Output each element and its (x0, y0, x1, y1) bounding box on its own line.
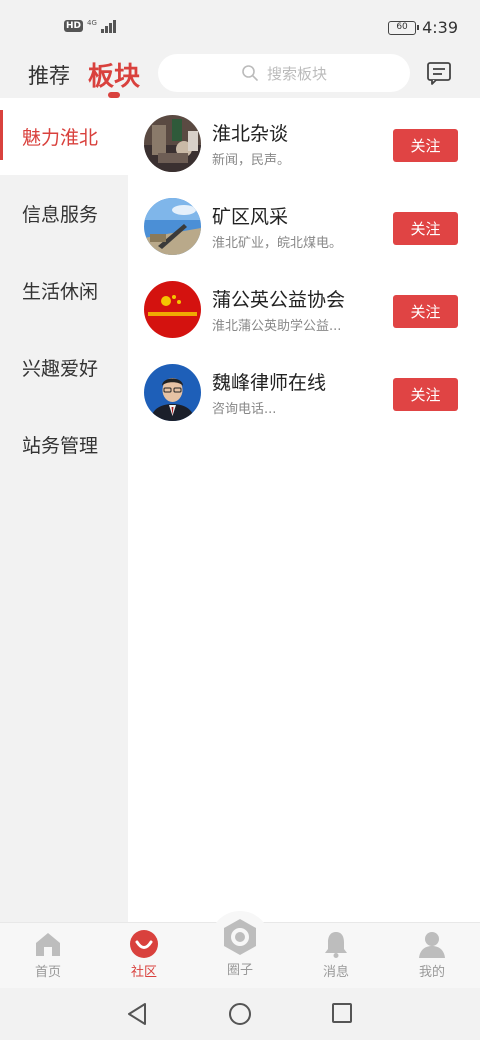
search-icon (242, 65, 258, 81)
board-title: 魏峰律师在线 (212, 372, 327, 394)
list-item[interactable]: 淮北杂谈 新闻，民声。 关注 (128, 101, 480, 184)
sidebar-item-label: 信息服务 (22, 204, 99, 226)
nav-circle[interactable]: 圈子 (210, 917, 270, 978)
board-subtitle: 淮北蒲公英助学公益... (212, 319, 342, 334)
status-bar: HD 4G 60 4:39 (0, 0, 480, 56)
follow-button[interactable]: 关注 (393, 212, 458, 245)
sidebar-item-site-admin[interactable]: 站务管理 (0, 406, 128, 483)
hd-badge: HD (64, 20, 84, 32)
lawyer-portrait-avatar (144, 364, 201, 421)
sidebar-item-info-service[interactable]: 信息服务 (0, 175, 128, 252)
list-item[interactable]: 蒲公英公益协会 淮北蒲公英助学公益... 关注 (128, 267, 480, 350)
red-banner-avatar (144, 281, 201, 338)
nav-label: 首页 (34, 965, 61, 980)
follow-button[interactable]: 关注 (393, 295, 458, 328)
search-placeholder: 搜索板块 (266, 64, 327, 83)
board-list: 淮北杂谈 新闻，民声。 关注 矿区风采 淮北矿业，皖北煤电。 关注 蒲公英公益协… (128, 98, 480, 922)
board-subtitle: 新闻，民声。 (212, 153, 291, 168)
user-icon (419, 932, 445, 958)
bottom-nav: 首页 社区 圈子 消息 我的 (0, 911, 480, 988)
community-icon (130, 930, 158, 958)
nav-label: 消息 (322, 965, 349, 980)
board-title: 淮北杂谈 (212, 123, 289, 145)
nav-home[interactable]: 首页 (18, 929, 78, 980)
sidebar-item-charm-huaibei[interactable]: 魅力淮北 (0, 98, 128, 175)
search-input[interactable]: 搜索板块 (158, 54, 410, 92)
signal-icon (100, 19, 116, 33)
message-icon[interactable] (426, 60, 452, 86)
board-title: 蒲公英公益协会 (212, 289, 346, 311)
nav-messages[interactable]: 消息 (306, 929, 366, 980)
sidebar-item-label: 兴趣爱好 (22, 358, 99, 380)
circle-icon (224, 919, 256, 955)
sidebar-item-hobbies[interactable]: 兴趣爱好 (0, 329, 128, 406)
back-icon[interactable] (126, 1002, 148, 1026)
nav-profile[interactable]: 我的 (402, 929, 462, 980)
street-photo-avatar (144, 115, 201, 172)
follow-button[interactable]: 关注 (393, 378, 458, 411)
mine-photo-avatar (144, 198, 201, 255)
system-nav (0, 988, 480, 1040)
board-subtitle: 咨询电话... (212, 402, 277, 417)
follow-button[interactable]: 关注 (393, 129, 458, 162)
nav-label: 圈子 (226, 963, 253, 978)
tab-recommend[interactable]: 推荐 (28, 60, 70, 90)
sidebar-item-label: 生活休闲 (22, 281, 99, 303)
home-circle-icon[interactable] (228, 1002, 252, 1026)
nav-community[interactable]: 社区 (114, 929, 174, 980)
sidebar-item-label: 站务管理 (22, 435, 99, 457)
board-subtitle: 淮北矿业，皖北煤电。 (212, 236, 343, 251)
battery-icon: 60 (388, 20, 420, 35)
bell-icon (325, 932, 347, 958)
list-item[interactable]: 矿区风采 淮北矿业，皖北煤电。 关注 (128, 184, 480, 267)
sidebar-item-label: 魅力淮北 (22, 127, 99, 149)
network-type: 4G (87, 18, 97, 27)
list-item[interactable]: 魏峰律师在线 咨询电话... 关注 (128, 350, 480, 433)
signal-area: HD 4G (64, 19, 116, 33)
tab-boards[interactable]: 板块 (88, 56, 140, 93)
board-title: 矿区风采 (212, 206, 289, 228)
top-header: 推荐 板块 搜索板块 (0, 54, 480, 98)
category-sidebar: 魅力淮北 信息服务 生活休闲 兴趣爱好 站务管理 (0, 98, 128, 922)
nav-label: 社区 (130, 965, 157, 980)
nav-label: 我的 (418, 965, 445, 980)
recents-icon[interactable] (331, 1002, 353, 1024)
status-right: 60 4:39 (388, 18, 458, 37)
clock: 4:39 (422, 18, 458, 37)
sidebar-item-life-leisure[interactable]: 生活休闲 (0, 252, 128, 329)
home-icon (36, 933, 60, 956)
